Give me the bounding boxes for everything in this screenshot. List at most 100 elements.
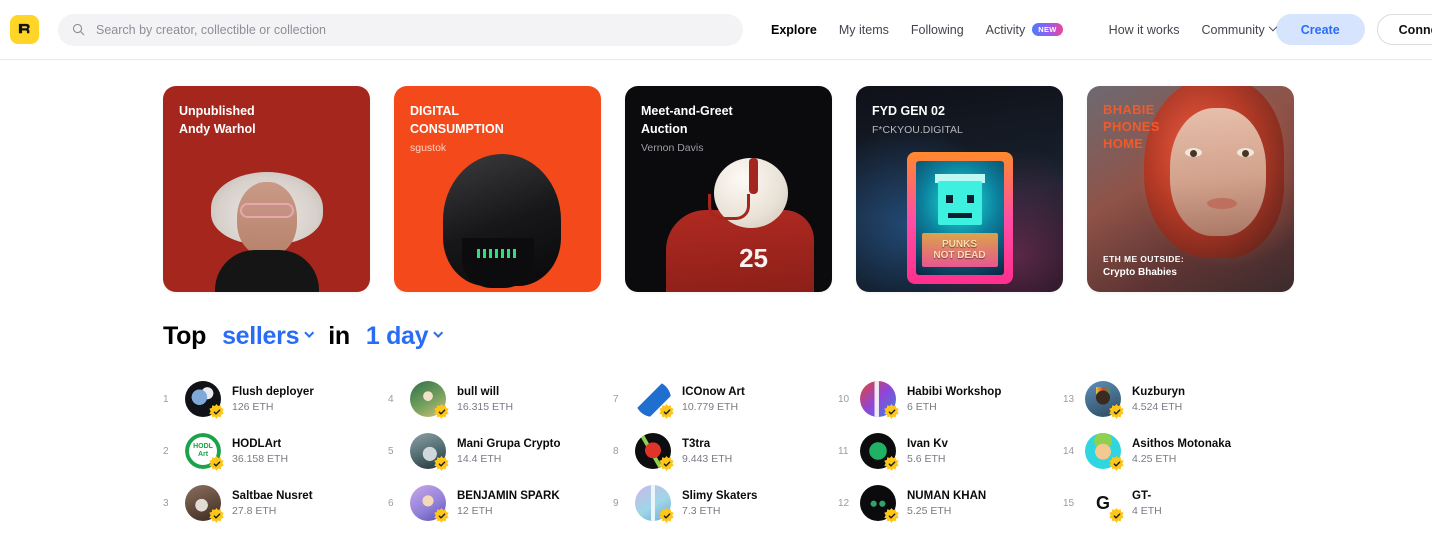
sellers-column: 7 ICOnow Art 10.779 ETH 8 T3tra 9.443 ET…	[613, 373, 838, 529]
seller-value: 7.3 ETH	[682, 505, 721, 518]
avatar[interactable]: HODL Art	[185, 433, 224, 471]
featured-card-meet-and-greet-auction[interactable]: 25 Meet-and-Greet Auction Vernon Davis	[625, 86, 832, 292]
seller-info: bull will 16.315 ETH	[457, 385, 513, 413]
list-item[interactable]: 1 Flush deployer 126 ETH	[163, 373, 388, 425]
sellers-column: 1 Flush deployer 126 ETH 2 HODL Art HODL…	[163, 373, 388, 529]
avatar[interactable]	[860, 485, 899, 523]
seller-rank: 5	[388, 445, 394, 457]
search-bar[interactable]	[58, 13, 743, 46]
seller-info: Ivan Kv 5.6 ETH	[907, 437, 948, 465]
site-header: Explore My items Following Activity NEW …	[0, 0, 1432, 60]
avatar[interactable]	[410, 381, 449, 419]
card-subtitle: Vernon Davis	[641, 142, 704, 155]
list-item[interactable]: 2 HODL Art HODLArt 36.158 ETH	[163, 425, 388, 477]
avatar[interactable]	[410, 433, 449, 471]
period-dropdown[interactable]: 1 day	[365, 322, 444, 351]
seller-name: Kuzburyn	[1132, 385, 1186, 398]
seller-value: 6 ETH	[907, 401, 937, 414]
list-item[interactable]: 3 Saltbae Nusret 27.8 ETH	[163, 477, 388, 529]
seller-rank: 12	[838, 497, 850, 509]
seller-info: Flush deployer 126 ETH	[232, 385, 314, 413]
seller-name: Ivan Kv	[907, 437, 948, 450]
avatar[interactable]	[185, 381, 224, 419]
seller-name: T3tra	[682, 437, 711, 450]
featured-card-unpublished-andy-warhol[interactable]: Unpublished Andy Warhol	[163, 86, 370, 292]
nav-label-activity: Activity	[985, 22, 1026, 37]
list-item[interactable]: 6 BENJAMIN SPARK 12 ETH	[388, 477, 613, 529]
featured-card-digital-consumption[interactable]: DIGITAL CONSUMPTION sgustok	[394, 86, 601, 292]
avatar[interactable]	[1085, 381, 1124, 419]
seller-value: 12 ETH	[457, 505, 493, 518]
avatar[interactable]	[185, 485, 224, 523]
nav-item-how-it-works[interactable]: How it works	[1109, 23, 1180, 37]
seller-name: Saltbae Nusret	[232, 489, 313, 502]
list-item[interactable]: 12 NUMAN KHAN 5.25 ETH	[838, 477, 1063, 529]
nav-item-following[interactable]: Following	[911, 23, 964, 37]
card-header: DIGITAL CONSUMPTION sgustok	[394, 86, 601, 157]
list-item[interactable]: 11 Ivan Kv 5.6 ETH	[838, 425, 1063, 477]
seller-rank: 6	[388, 497, 394, 509]
seller-value: 4 ETH	[1132, 505, 1162, 518]
card-footer-collection-name: Crypto Bhabies	[1103, 267, 1177, 278]
seller-value: 9.443 ETH	[682, 453, 733, 466]
seller-value: 27.8 ETH	[232, 505, 277, 518]
list-item[interactable]: 13 Kuzburyn 4.524 ETH	[1063, 373, 1288, 425]
list-item[interactable]: 15 G GT- 4 ETH	[1063, 477, 1288, 529]
list-item[interactable]: 4 bull will 16.315 ETH	[388, 373, 613, 425]
seller-value: 5.6 ETH	[907, 453, 946, 466]
seller-name: HODLArt	[232, 437, 282, 450]
create-button[interactable]: Create	[1275, 14, 1365, 45]
seller-name: GT-	[1132, 489, 1152, 502]
list-item[interactable]: 10 Habibi Workshop 6 ETH	[838, 373, 1063, 425]
avatar[interactable]	[635, 381, 674, 419]
avatar[interactable]	[410, 485, 449, 523]
featured-card-fyd-gen-02[interactable]: PUNKS NOT DEAD FYD GEN 02 F*CKYOU.DIGITAL	[856, 86, 1063, 292]
nav-item-explore[interactable]: Explore	[771, 23, 817, 37]
connect-wallet-button[interactable]: Connect wallet	[1376, 14, 1432, 45]
seller-rank: 2	[163, 445, 169, 457]
card-title: BHABIE PHONES HOME	[1103, 102, 1160, 151]
seller-name: ICOnow Art	[682, 385, 745, 398]
chevron-down-icon	[304, 328, 315, 338]
period-dropdown-value: 1 day	[365, 322, 429, 350]
seller-value: 10.779 ETH	[682, 401, 739, 414]
rarible-logo-icon[interactable]	[10, 15, 39, 44]
avatar[interactable]	[860, 433, 899, 471]
avatar[interactable]: G	[1085, 485, 1124, 523]
nav-label-how-it-works: How it works	[1108, 22, 1180, 37]
list-item[interactable]: 14 Asithos Motonaka 4.25 ETH	[1063, 425, 1288, 477]
avatar[interactable]	[635, 433, 674, 471]
sellers-column: 13 Kuzburyn 4.524 ETH 14 Asithos Motonak…	[1063, 373, 1288, 529]
nav-item-community[interactable]: Community	[1202, 22, 1277, 37]
card-title: FYD GEN 02	[872, 104, 945, 118]
seller-rank: 15	[1063, 497, 1075, 509]
seller-name: Asithos Motonaka	[1132, 437, 1232, 450]
seller-rank: 11	[838, 445, 849, 457]
list-item[interactable]: 5 Mani Grupa Crypto 14.4 ETH	[388, 425, 613, 477]
card-header: BHABIE PHONES HOME	[1087, 86, 1294, 153]
seller-info: T3tra 9.443 ETH	[682, 437, 732, 465]
seller-name: Mani Grupa Crypto	[457, 437, 561, 450]
nav-item-activity[interactable]: Activity NEW	[986, 23, 1063, 37]
seller-value: 36.158 ETH	[232, 453, 289, 466]
avatar[interactable]	[860, 381, 899, 419]
seller-rank: 4	[388, 393, 394, 405]
featured-card-bhabie-phones-home[interactable]: BHABIE PHONES HOME ETH ME OUTSIDE: Crypt…	[1087, 86, 1294, 292]
list-item[interactable]: 8 T3tra 9.443 ETH	[613, 425, 838, 477]
list-item[interactable]: 9 Slimy Skaters 7.3 ETH	[613, 477, 838, 529]
top-sellers-section: Top sellers in 1 day 1 Flush deployer 12…	[0, 292, 1432, 529]
search-input[interactable]	[96, 22, 729, 37]
seller-rank: 10	[838, 393, 850, 405]
seller-rank: 13	[1063, 393, 1075, 405]
seller-value: 126 ETH	[232, 401, 274, 414]
list-item[interactable]: 7 ICOnow Art 10.779 ETH	[613, 373, 838, 425]
heading-prefix: Top	[163, 322, 207, 350]
category-dropdown[interactable]: sellers	[222, 322, 315, 351]
avatar[interactable]	[1085, 433, 1124, 471]
seller-name: Flush deployer	[232, 385, 314, 398]
avatar[interactable]	[635, 485, 674, 523]
seller-value: 5.25 ETH	[907, 505, 952, 518]
card-header: FYD GEN 02 F*CKYOU.DIGITAL	[856, 86, 1063, 139]
activity-new-badge: NEW	[1032, 23, 1063, 36]
nav-item-my-items[interactable]: My items	[839, 23, 889, 37]
